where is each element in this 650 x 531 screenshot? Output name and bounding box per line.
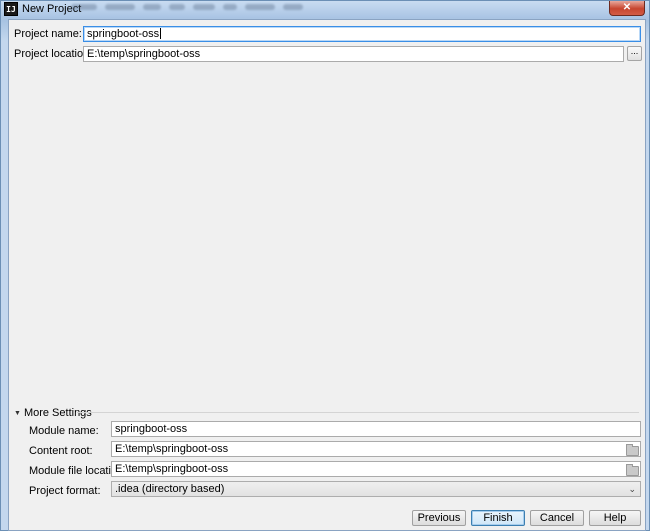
project-location-input[interactable]: E:\temp\springboot-oss xyxy=(83,46,624,62)
content-root-label: Content root: xyxy=(29,445,93,457)
project-format-value: .idea (directory based) xyxy=(115,483,225,495)
new-project-window: IJ New Project ✕ Project name: springboo… xyxy=(0,0,650,531)
content-root-folder-icon[interactable] xyxy=(626,444,639,456)
project-location-label: Project location: xyxy=(14,48,93,60)
section-divider xyxy=(77,412,639,413)
module-name-input[interactable]: springboot-oss xyxy=(111,421,641,437)
close-button[interactable]: ✕ xyxy=(609,1,645,16)
more-settings-title: More Settings xyxy=(23,407,92,419)
module-name-label: Module name: xyxy=(29,425,99,437)
module-file-location-input[interactable]: E:\temp\springboot-oss xyxy=(111,461,641,477)
triangle-down-icon: ▼ xyxy=(14,410,21,417)
chevron-down-icon: ⌄ xyxy=(628,484,636,494)
title-bar[interactable]: IJ New Project ✕ xyxy=(1,1,649,18)
text-caret xyxy=(160,28,162,39)
project-format-label: Project format: xyxy=(29,485,101,497)
help-button[interactable]: Help xyxy=(589,510,641,526)
content-root-input[interactable]: E:\temp\springboot-oss xyxy=(111,441,641,457)
project-name-label: Project name: xyxy=(14,28,82,40)
previous-button[interactable]: Previous xyxy=(412,510,466,526)
dialog-content: Project name: springboot-oss Project loc… xyxy=(8,19,646,531)
browse-location-button[interactable]: ... xyxy=(627,46,642,61)
project-format-select[interactable]: .idea (directory based) ⌄ xyxy=(111,481,641,497)
more-settings-toggle[interactable]: ▼ More Settings xyxy=(14,407,92,419)
project-name-input[interactable]: springboot-oss xyxy=(83,26,641,42)
cancel-button[interactable]: Cancel xyxy=(530,510,584,526)
finish-button[interactable]: Finish xyxy=(471,510,525,526)
module-file-folder-icon[interactable] xyxy=(626,464,639,476)
intellij-app-icon: IJ xyxy=(4,2,18,16)
background-menu-blur xyxy=(71,4,321,12)
